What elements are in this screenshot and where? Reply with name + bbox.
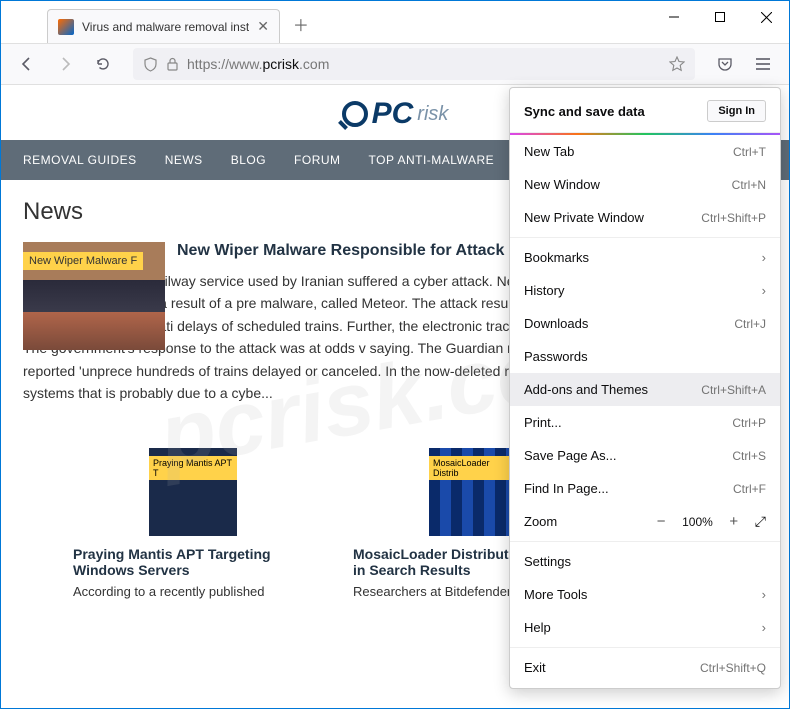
zoom-in-button[interactable]: + [723, 513, 745, 530]
chevron-right-icon: › [762, 283, 766, 298]
related-text-1: According to a recently published [73, 584, 313, 599]
menu-new-tab[interactable]: New TabCtrl+T [510, 135, 780, 168]
app-menu-button[interactable] [747, 48, 779, 80]
favicon-icon [58, 19, 74, 35]
menu-history[interactable]: History› [510, 274, 780, 307]
nav-removal-guides[interactable]: REMOVAL GUIDES [9, 140, 151, 180]
zoom-value: 100% [682, 515, 713, 529]
sign-in-button[interactable]: Sign In [707, 100, 766, 122]
menu-downloads[interactable]: DownloadsCtrl+J [510, 307, 780, 340]
menu-exit[interactable]: ExitCtrl+Shift+Q [510, 651, 780, 684]
nav-forum[interactable]: FORUM [280, 140, 355, 180]
chevron-right-icon: › [762, 620, 766, 635]
titlebar: Virus and malware removal inst ✕ ＋ [1, 1, 789, 43]
lock-icon[interactable] [166, 57, 179, 71]
close-tab-icon[interactable]: ✕ [257, 18, 269, 35]
menu-save-page-as[interactable]: Save Page As...Ctrl+S [510, 439, 780, 472]
chevron-right-icon: › [762, 587, 766, 602]
forward-button[interactable] [49, 48, 81, 80]
tab-title: Virus and malware removal inst [82, 20, 249, 34]
menu-more-tools[interactable]: More Tools› [510, 578, 780, 611]
menu-settings[interactable]: Settings [510, 545, 780, 578]
sync-label: Sync and save data [524, 104, 645, 119]
menu-passwords[interactable]: Passwords [510, 340, 780, 373]
article-title[interactable]: New Wiper Malware Responsible for Attack… [177, 242, 543, 260]
maximize-button[interactable] [697, 1, 743, 33]
chevron-right-icon: › [762, 250, 766, 265]
menu-help[interactable]: Help› [510, 611, 780, 644]
article-image[interactable]: New Wiper Malware F [23, 242, 165, 350]
magnifier-icon [342, 101, 368, 127]
related-title-1[interactable]: Praying Mantis APT Targeting Windows Ser… [73, 546, 313, 578]
back-button[interactable] [11, 48, 43, 80]
close-window-button[interactable] [743, 1, 789, 33]
menu-new-private-window[interactable]: New Private WindowCtrl+Shift+P [510, 201, 780, 234]
shield-icon[interactable] [143, 57, 158, 72]
menu-zoom: Zoom − 100% + ⤢ [510, 505, 780, 538]
window-controls [651, 1, 789, 33]
app-menu: Sync and save data Sign In New TabCtrl+T… [509, 87, 781, 689]
menu-find-in-page[interactable]: Find In Page...Ctrl+F [510, 472, 780, 505]
minimize-button[interactable] [651, 1, 697, 33]
nav-news[interactable]: NEWS [151, 140, 217, 180]
related-image-1[interactable]: Praying Mantis APT T [149, 448, 237, 536]
related-image-2[interactable]: MosaicLoader Distrib [429, 448, 517, 536]
bookmark-star-icon[interactable] [669, 56, 685, 72]
menu-sync-header: Sync and save data Sign In [510, 88, 780, 133]
fullscreen-icon[interactable]: ⤢ [755, 513, 766, 530]
related-item-1: Praying Mantis APT T Praying Mantis APT … [73, 448, 313, 599]
pocket-icon[interactable] [709, 48, 741, 80]
toolbar: https://www.pcrisk.com [1, 43, 789, 85]
zoom-out-button[interactable]: − [650, 513, 672, 530]
nav-top-anti-malware[interactable]: TOP ANTI-MALWARE [355, 140, 509, 180]
menu-print[interactable]: Print...Ctrl+P [510, 406, 780, 439]
image-caption: New Wiper Malware F [23, 252, 143, 270]
menu-bookmarks[interactable]: Bookmarks› [510, 241, 780, 274]
address-bar[interactable]: https://www.pcrisk.com [133, 48, 695, 80]
url-text: https://www.pcrisk.com [187, 56, 661, 72]
menu-new-window[interactable]: New WindowCtrl+N [510, 168, 780, 201]
reload-button[interactable] [87, 48, 119, 80]
new-tab-button[interactable]: ＋ [286, 9, 316, 39]
menu-addons-themes[interactable]: Add-ons and ThemesCtrl+Shift+A [510, 373, 780, 406]
nav-blog[interactable]: BLOG [217, 140, 280, 180]
browser-tab[interactable]: Virus and malware removal inst ✕ [47, 9, 280, 43]
